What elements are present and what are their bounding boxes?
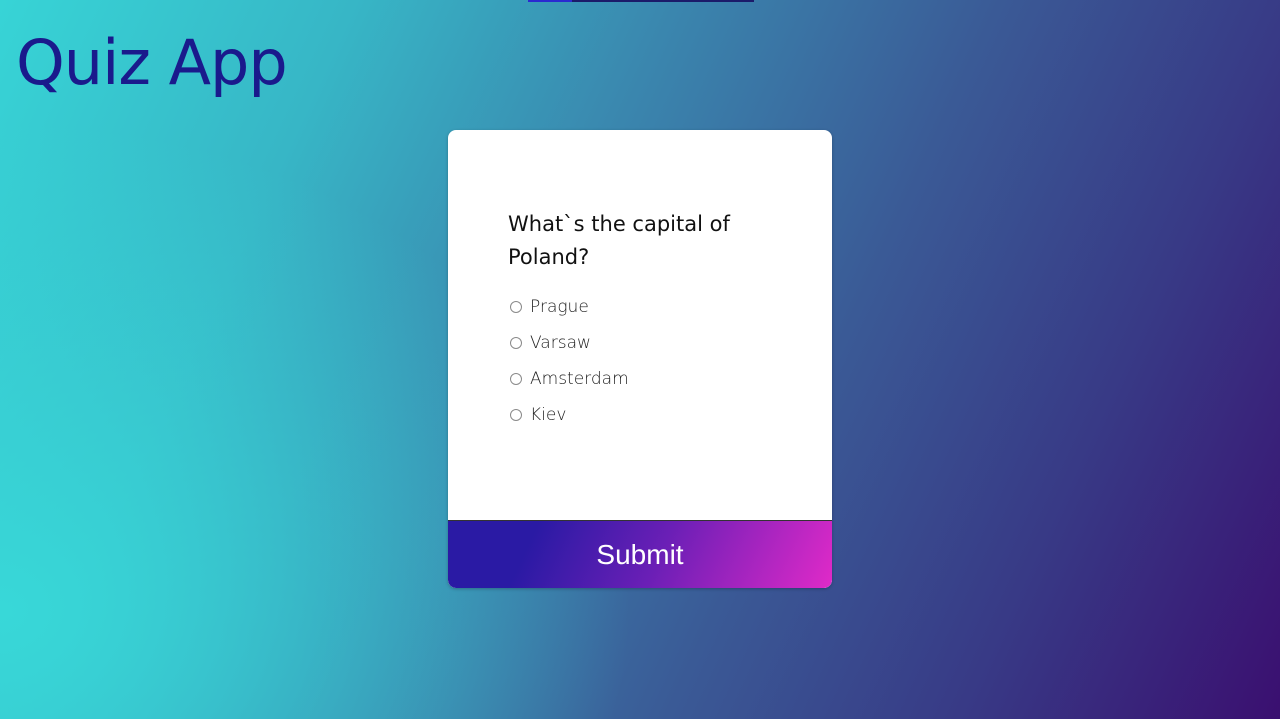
top-progress-line: [528, 0, 754, 2]
answer-option-kiev[interactable]: Kiev: [510, 394, 629, 436]
question-text: What`s the capital of Poland?: [508, 212, 730, 269]
quiz-card: What`s the capital of Poland? Prague Var…: [448, 130, 832, 588]
answer-list: Prague Varsaw Amsterdam Kiev: [510, 292, 629, 436]
radio-button[interactable]: [510, 301, 522, 313]
radio-button[interactable]: [510, 337, 522, 349]
app-title: Quiz App: [16, 26, 288, 99]
answer-label: Prague: [530, 297, 589, 317]
submit-button[interactable]: Submit: [448, 520, 832, 588]
top-progress-segment: [528, 0, 572, 2]
radio-button[interactable]: [510, 409, 522, 421]
radio-button[interactable]: [510, 373, 522, 385]
answer-label: Amsterdam: [530, 369, 629, 389]
answer-label: Kiev: [530, 405, 567, 425]
answer-label: Varsaw: [530, 333, 591, 353]
